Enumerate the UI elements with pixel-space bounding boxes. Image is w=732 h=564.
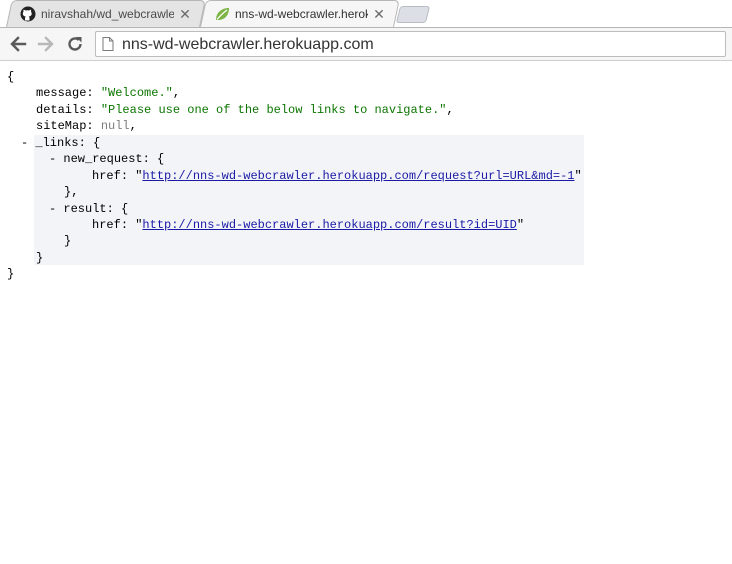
tab-strip: niravshah/wd_webcrawler ✕ nns-wd-webcraw… <box>0 0 732 28</box>
back-button[interactable] <box>6 33 30 55</box>
reload-icon <box>68 37 82 51</box>
tab-title: niravshah/wd_webcrawler <box>41 7 174 21</box>
url-text: nns-wd-webcrawler.herokuapp.com <box>122 36 374 53</box>
links-entry: - _links: { <box>21 136 101 150</box>
new-request-entry: - new_request: { <box>49 152 165 166</box>
close-brace: } <box>7 267 15 281</box>
address-bar[interactable]: nns-wd-webcrawler.herokuapp.com <box>95 31 726 57</box>
spring-leaf-icon <box>216 8 229 20</box>
close-brace-comma: }, <box>64 185 79 199</box>
links-key: _links <box>35 136 79 150</box>
browser-toolbar: nns-wd-webcrawler.herokuapp.com <box>0 27 732 61</box>
github-icon <box>20 6 36 22</box>
close-icon[interactable]: ✕ <box>178 7 192 21</box>
sitemap-value: null <box>100 119 130 133</box>
details-value: "Please use one of the below links to na… <box>100 103 447 117</box>
result-link[interactable]: http://nns-wd-webcrawler.herokuapp.com/r… <box>142 218 516 232</box>
arrow-right-icon <box>37 36 54 52</box>
message-key: message <box>36 86 87 100</box>
close-icon[interactable]: ✕ <box>372 7 386 21</box>
new-request-href-entry: href: "http://nns-wd-webcrawler.herokuap… <box>92 169 582 183</box>
close-brace: } <box>64 234 72 248</box>
arrow-left-icon <box>10 36 27 52</box>
tab-herokuapp[interactable]: nns-wd-webcrawler.herokuapp.com ✕ <box>200 0 400 27</box>
page-icon <box>102 37 114 51</box>
details-key: details <box>36 103 87 117</box>
href-key: href <box>92 169 121 183</box>
tab-title: nns-wd-webcrawler.herokuapp.com <box>235 7 368 21</box>
sitemap-key: siteMap <box>36 119 87 133</box>
result-href-entry: href: "http://nns-wd-webcrawler.herokuap… <box>92 218 525 232</box>
tab-github[interactable]: niravshah/wd_webcrawler ✕ <box>6 0 206 27</box>
new-request-key: new_request <box>63 152 143 166</box>
message-entry: message: "Welcome.", <box>36 86 181 100</box>
json-viewer: { message: "Welcome.", details: "Please … <box>0 62 732 564</box>
reload-button[interactable] <box>63 33 87 55</box>
details-entry: details: "Please use one of the below li… <box>36 103 454 117</box>
message-value: "Welcome." <box>100 86 173 100</box>
close-brace: } <box>36 251 44 265</box>
href-key: href <box>92 218 121 232</box>
forward-button[interactable] <box>34 33 58 55</box>
sitemap-entry: siteMap: null, <box>36 119 137 133</box>
open-brace: { <box>7 70 15 84</box>
new-request-link[interactable]: http://nns-wd-webcrawler.herokuapp.com/r… <box>142 169 574 183</box>
new-tab-button[interactable] <box>395 6 431 23</box>
result-entry: - result: { <box>49 202 129 216</box>
result-key: result <box>63 202 107 216</box>
